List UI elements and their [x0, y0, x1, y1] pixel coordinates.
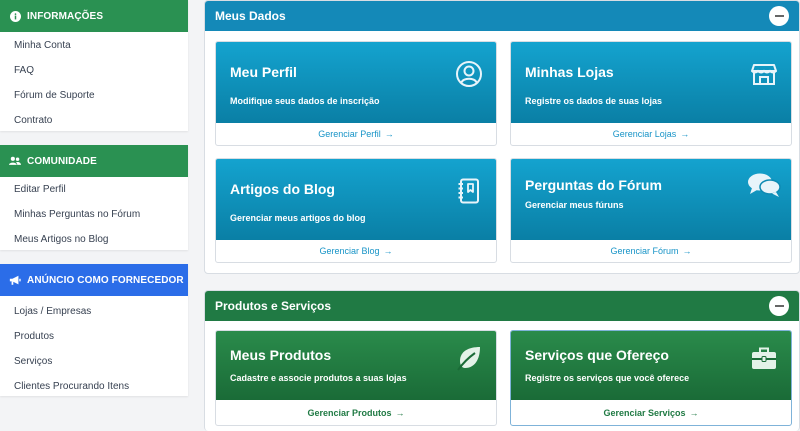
- sidebar-section-comunidade: COMUNIDADE Editar Perfil Minhas Pergunta…: [0, 145, 188, 250]
- users-icon: [9, 155, 21, 167]
- card-servicos-ofereco: Serviços que Ofereço Registre os serviço…: [510, 330, 792, 426]
- card-description: Gerenciar meus artigos do blog: [230, 213, 366, 223]
- manage-profile-link[interactable]: Gerenciar Perfil →: [216, 123, 496, 145]
- arrow-right-icon: →: [682, 246, 692, 256]
- card-minhas-lojas: Minhas Lojas Registre os dados de suas l…: [510, 41, 792, 146]
- arrow-right-icon: →: [383, 246, 393, 256]
- manage-blog-link[interactable]: Gerenciar Blog →: [216, 240, 496, 262]
- info-icon: [9, 10, 21, 22]
- panel-produtos-servicos: Produtos e Serviços Meus Produtos Cadast…: [204, 290, 800, 431]
- link-label: Gerenciar Lojas: [612, 129, 677, 139]
- link-label: Gerenciar Perfil: [318, 129, 381, 139]
- sidebar-section-title: INFORMAÇÕES: [27, 10, 104, 22]
- sidebar-item-forum-suporte[interactable]: Fórum de Suporte: [0, 83, 188, 108]
- card-description: Gerenciar meus fúruns: [525, 200, 624, 210]
- arrow-right-icon: →: [689, 407, 699, 418]
- manage-forum-link[interactable]: Gerenciar Fórum →: [511, 240, 791, 262]
- card-description: Registre os serviços que você oferece: [525, 373, 690, 383]
- manage-services-link[interactable]: Gerenciar Serviços →: [511, 400, 791, 425]
- card-description: Registre os dados de suas lojas: [525, 96, 663, 106]
- card-perguntas-forum: Perguntas do Fórum Gerenciar meus fúruns…: [510, 158, 792, 263]
- sidebar: INFORMAÇÕES Minha Conta FAQ Fórum de Sup…: [0, 0, 188, 410]
- sidebar-item-meus-artigos[interactable]: Meus Artigos no Blog: [0, 227, 188, 252]
- sidebar-item-minhas-perguntas[interactable]: Minhas Perguntas no Fórum: [0, 202, 188, 227]
- card-description: Modifique seus dados de inscrição: [230, 96, 380, 106]
- panel-meus-dados: Meus Dados Meu Perfil Modifique seus dad…: [204, 0, 800, 274]
- collapse-button[interactable]: [769, 6, 789, 26]
- card-title: Meus Produtos: [230, 347, 332, 363]
- card-title: Meu Perfil: [230, 64, 297, 80]
- notebook-icon: [458, 178, 479, 204]
- sidebar-section-anuncio: ANÚNCIO COMO FORNECEDOR Lojas / Empresas…: [0, 264, 188, 396]
- sidebar-item-lojas-empresas[interactable]: Lojas / Empresas: [0, 299, 188, 324]
- sidebar-item-contrato[interactable]: Contrato: [0, 108, 188, 133]
- card-title: Minhas Lojas: [525, 64, 614, 80]
- sidebar-section-header[interactable]: COMUNIDADE: [0, 145, 188, 177]
- panel-title: Meus Dados: [215, 9, 286, 23]
- link-label: Gerenciar Fórum: [610, 246, 679, 256]
- sidebar-section-header[interactable]: ANÚNCIO COMO FORNECEDOR: [0, 264, 188, 296]
- megaphone-icon: [9, 274, 21, 286]
- link-label: Gerenciar Serviços: [603, 407, 686, 418]
- card-title: Perguntas do Fórum: [525, 177, 662, 193]
- minus-icon: [774, 305, 784, 307]
- manage-stores-link[interactable]: Gerenciar Lojas →: [511, 123, 791, 145]
- arrow-right-icon: →: [384, 129, 394, 139]
- card-meus-produtos: Meus Produtos Cadastre e associe produto…: [215, 330, 497, 426]
- card-title: Serviços que Ofereço: [525, 347, 669, 363]
- panel-header: Meus Dados: [205, 1, 799, 31]
- sidebar-section-informacoes: INFORMAÇÕES Minha Conta FAQ Fórum de Sup…: [0, 0, 188, 131]
- card-description: Cadastre e associe produtos a suas lojas: [230, 373, 407, 383]
- sidebar-section-header[interactable]: INFORMAÇÕES: [0, 0, 188, 32]
- chat-bubbles-icon: [748, 173, 781, 197]
- minus-icon: [774, 15, 784, 17]
- link-label: Gerenciar Blog: [319, 246, 380, 256]
- sidebar-section-title: COMUNIDADE: [27, 155, 97, 167]
- leaf-icon: [457, 347, 480, 371]
- collapse-button[interactable]: [769, 296, 789, 316]
- arrow-right-icon: →: [680, 129, 690, 139]
- link-label: Gerenciar Produtos: [307, 407, 392, 418]
- card-meu-perfil: Meu Perfil Modifique seus dados de inscr…: [215, 41, 497, 146]
- arrow-right-icon: →: [395, 407, 405, 418]
- card-title: Artigos do Blog: [230, 181, 335, 197]
- briefcase-icon: [752, 347, 776, 369]
- store-icon: [751, 64, 777, 85]
- panel-header: Produtos e Serviços: [205, 291, 799, 321]
- sidebar-item-servicos[interactable]: Serviços: [0, 349, 188, 374]
- sidebar-section-title: ANÚNCIO COMO FORNECEDOR: [27, 274, 184, 286]
- panel-title: Produtos e Serviços: [215, 299, 332, 313]
- sidebar-item-produtos[interactable]: Produtos: [0, 324, 188, 349]
- sidebar-item-clientes-procurando[interactable]: Clientes Procurando Itens: [0, 374, 188, 399]
- sidebar-item-editar-perfil[interactable]: Editar Perfil: [0, 177, 188, 202]
- sidebar-item-minha-conta[interactable]: Minha Conta: [0, 33, 188, 58]
- user-circle-icon: [456, 61, 482, 87]
- card-artigos-blog: Artigos do Blog Gerenciar meus artigos d…: [215, 158, 497, 263]
- sidebar-item-faq[interactable]: FAQ: [0, 58, 188, 83]
- manage-products-link[interactable]: Gerenciar Produtos →: [216, 400, 496, 425]
